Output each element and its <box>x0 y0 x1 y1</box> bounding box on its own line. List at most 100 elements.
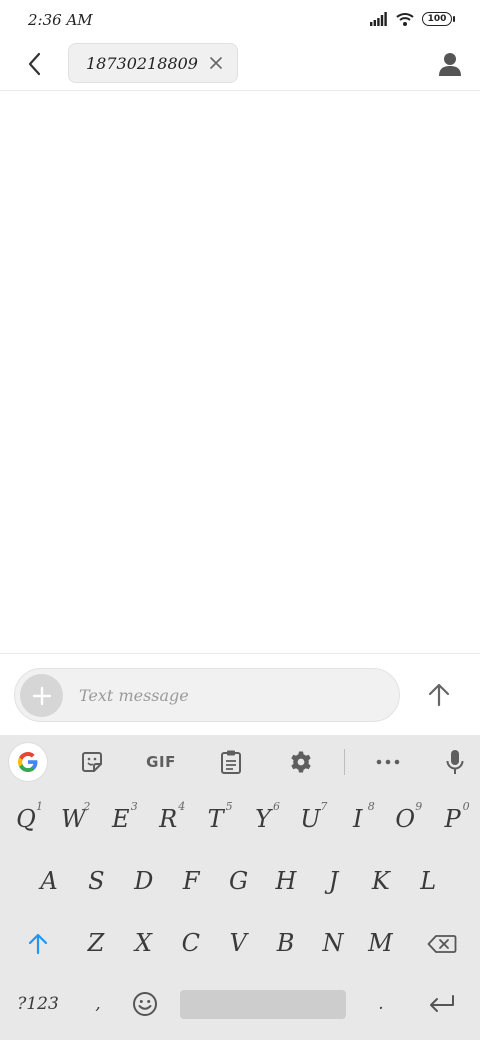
key-number-hint: 5 <box>225 800 233 813</box>
key-s[interactable]: S <box>73 860 119 902</box>
key-label: G <box>229 867 249 895</box>
compose-bar <box>0 653 480 736</box>
key-v[interactable]: V <box>215 922 261 964</box>
toolbar-divider <box>344 749 345 775</box>
key-number-hint: 2 <box>83 800 91 813</box>
plus-icon <box>32 686 51 705</box>
key-label: X <box>134 929 152 957</box>
key-label: B <box>276 929 295 957</box>
key-c[interactable]: C <box>168 922 214 964</box>
key-u[interactable]: U7 <box>287 798 333 840</box>
key-f[interactable]: F <box>168 860 214 902</box>
space-key[interactable] <box>180 990 346 1019</box>
battery-icon: 100 <box>422 12 455 26</box>
recipient-chip[interactable]: 18730218809 <box>68 43 238 83</box>
key-t[interactable]: T5 <box>193 798 239 840</box>
key-label: C <box>181 929 200 957</box>
enter-icon <box>430 995 454 1012</box>
attach-button[interactable] <box>20 674 63 717</box>
gear-icon <box>291 751 311 773</box>
key-y[interactable]: Y6 <box>240 798 286 840</box>
period-key[interactable]: . <box>364 984 398 1024</box>
key-r[interactable]: R4 <box>145 798 191 840</box>
key-number-hint: 1 <box>36 800 43 813</box>
message-list <box>0 91 480 653</box>
period-key-label: . <box>378 994 384 1014</box>
key-n[interactable]: N <box>310 922 356 964</box>
key-label: O <box>395 805 416 833</box>
sticker-button[interactable] <box>74 744 110 780</box>
microphone-icon <box>446 750 464 774</box>
key-label: I <box>353 805 363 833</box>
key-i[interactable]: I8 <box>335 798 381 840</box>
key-label: L <box>420 867 437 895</box>
message-input[interactable] <box>79 681 379 709</box>
key-p[interactable]: P0 <box>430 798 476 840</box>
gif-button[interactable]: GIF <box>138 744 184 780</box>
key-label: T <box>207 805 224 833</box>
shift-key[interactable] <box>19 924 57 964</box>
enter-key[interactable] <box>420 984 464 1024</box>
conversation-header: 18730218809 <box>0 40 480 91</box>
keyboard: GIF Q1W 2 E 3 R 4 T 5 Y 6 U 7 I 8 O 9 P … <box>0 735 480 1040</box>
arrow-up-icon <box>428 683 450 707</box>
backspace-key[interactable] <box>420 924 464 964</box>
contact-icon[interactable] <box>436 50 464 78</box>
key-label: E <box>112 805 130 833</box>
symbols-key[interactable]: ?123 <box>8 984 68 1024</box>
key-number-hint: 0 <box>462 800 470 813</box>
key-label: D <box>134 867 154 895</box>
key-label: M <box>368 929 393 957</box>
recipient-number: 18730218809 <box>86 53 198 73</box>
send-button[interactable] <box>422 678 456 712</box>
key-number-hint: 6 <box>273 800 280 813</box>
key-j[interactable]: J <box>310 860 356 902</box>
key-a[interactable]: A <box>26 860 72 902</box>
chevron-left-icon <box>28 52 41 76</box>
voice-input-button[interactable] <box>437 744 473 780</box>
key-label: N <box>322 929 344 957</box>
key-number-hint: 7 <box>320 800 328 813</box>
keyboard-toolbar: GIF <box>0 735 480 789</box>
key-z[interactable]: Z <box>73 922 119 964</box>
status-time: 2:36 AM <box>28 11 93 29</box>
comma-key[interactable]: , <box>82 984 114 1024</box>
comma-key-label: , <box>95 994 101 1014</box>
key-label: Z <box>87 929 105 957</box>
backspace-icon <box>427 935 457 953</box>
shift-arrow-icon <box>28 933 48 955</box>
key-l[interactable]: L <box>405 860 451 902</box>
key-label: J <box>328 867 339 895</box>
key-number-hint: 3 <box>130 800 138 813</box>
key-number-hint: 9 <box>415 800 423 813</box>
key-b[interactable]: B <box>263 922 309 964</box>
key-x[interactable]: X <box>120 922 166 964</box>
key-e[interactable]: E3 <box>98 798 144 840</box>
clipboard-button[interactable] <box>213 744 249 780</box>
emoji-icon <box>133 992 157 1016</box>
key-g[interactable]: G <box>216 860 262 902</box>
settings-button[interactable] <box>283 744 319 780</box>
google-button[interactable] <box>9 743 47 781</box>
key-k[interactable]: K <box>358 860 404 902</box>
more-horizontal-icon <box>376 759 400 765</box>
gif-label: GIF <box>146 753 176 771</box>
google-g-icon <box>18 752 38 772</box>
key-m[interactable]: M <box>357 922 403 964</box>
key-d[interactable]: D <box>121 860 167 902</box>
compose-field <box>14 668 400 722</box>
battery-level: 100 <box>427 14 447 24</box>
key-label: S <box>88 867 105 895</box>
key-number-hint: 8 <box>367 800 375 813</box>
key-q[interactable]: Q1 <box>3 798 49 840</box>
remove-recipient-icon[interactable] <box>209 56 223 70</box>
key-h[interactable]: H <box>263 860 309 902</box>
key-w[interactable]: W2 <box>50 798 96 840</box>
key-o[interactable]: O9 <box>382 798 428 840</box>
emoji-key[interactable] <box>128 984 162 1024</box>
key-label: H <box>275 867 297 895</box>
back-button[interactable] <box>18 48 50 80</box>
status-bar: 2:36 AM 100 <box>0 0 480 40</box>
symbols-key-label: ?123 <box>17 994 59 1014</box>
more-button[interactable] <box>370 744 406 780</box>
